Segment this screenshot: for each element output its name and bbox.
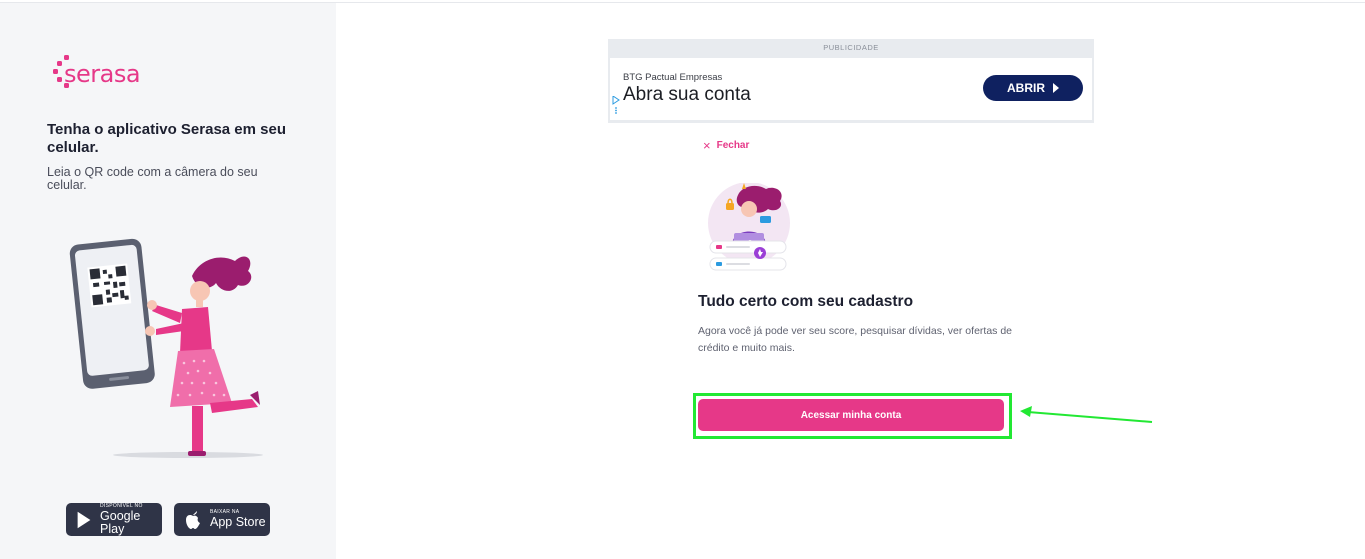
- ad-advertiser: BTG Pactual Empresas: [623, 72, 723, 83]
- apple-icon: [186, 510, 200, 529]
- annotation-arrow: [1020, 406, 1153, 423]
- ad-open-button[interactable]: ABRIR: [983, 75, 1083, 101]
- close-icon: ×: [703, 137, 711, 153]
- play-arrow-icon: [1053, 83, 1059, 93]
- app-promo-title: Tenha o aplicativo Serasa em seu celular…: [47, 121, 286, 156]
- ad-header: PUBLICIDADE: [823, 43, 879, 52]
- google-play-button[interactable]: Disponível no Google Play: [66, 503, 162, 536]
- close-button[interactable]: × Fechar: [703, 137, 750, 153]
- ad-open-label: ABRIR: [1007, 81, 1045, 95]
- phone-qr-illustration: [69, 238, 263, 458]
- logo-wordmark: serasa: [64, 60, 141, 88]
- ad-body[interactable]: BTG Pactual Empresas Abra sua conta ABRI…: [610, 58, 1092, 120]
- access-account-button[interactable]: Acessar minha conta: [698, 399, 1004, 431]
- google-play-icon: [77, 511, 91, 528]
- success-illustration: [708, 183, 790, 271]
- serasa-logo[interactable]: serasa: [52, 51, 152, 95]
- ad-headline: Abra sua conta: [623, 84, 751, 105]
- app-promo-sidebar: serasa Tenha o aplicativo Serasa em seu …: [0, 3, 336, 559]
- success-description: Agora você já pode ver seu score, pesqui…: [698, 325, 1013, 354]
- google-play-label: Google Play: [100, 509, 141, 536]
- app-store-label: App Store: [210, 515, 266, 530]
- ad-choices-icon[interactable]: [612, 96, 620, 114]
- app-store-button[interactable]: Baixar na App Store: [174, 503, 270, 536]
- app-promo-description: Leia o QR code com a câmera do seu celul…: [47, 165, 258, 192]
- advertisement-banner[interactable]: PUBLICIDADE BTG Pactual Empresas Abra su…: [608, 39, 1094, 123]
- close-label: Fechar: [716, 140, 750, 151]
- success-title: Tudo certo com seu cadastro: [698, 293, 914, 310]
